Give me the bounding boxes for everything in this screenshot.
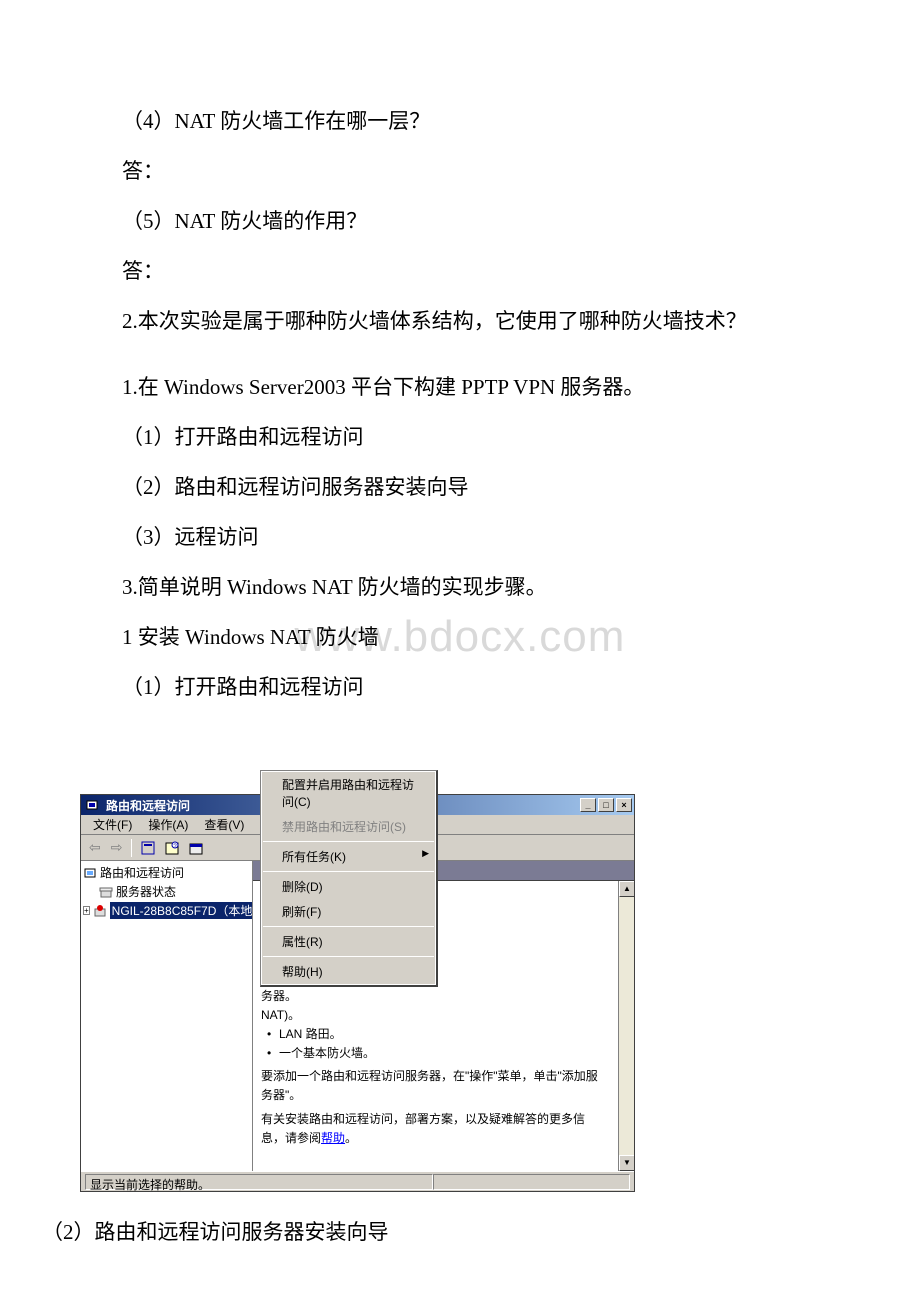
tree-root-label: 路由和远程访问: [100, 864, 184, 881]
menu-view[interactable]: 查看(V): [196, 814, 252, 835]
cm-properties[interactable]: 属性(R): [262, 929, 435, 954]
content-p2b: 。: [345, 1131, 357, 1145]
bullet-3: 务器。: [261, 987, 608, 1006]
toolbar-btn-1[interactable]: [137, 838, 159, 858]
status-text: 显示当前选择的帮助。: [85, 1174, 433, 1190]
para-4: 1 安装 Windows NAT 防火墙: [80, 616, 840, 658]
step-1-3: （3）远程访问: [80, 516, 840, 558]
forward-button[interactable]: ⇨: [107, 839, 127, 856]
menu-file[interactable]: 文件(F): [85, 814, 140, 835]
scrollbar[interactable]: ▲ ▼: [618, 881, 634, 1171]
back-button[interactable]: ⇦: [85, 839, 105, 856]
para-3: 3.简单说明 Windows NAT 防火墙的实现步骤。: [80, 566, 840, 608]
caption-2: （2）路由和远程访问服务器安装向导: [0, 1216, 920, 1246]
toolbar-btn-3[interactable]: [185, 838, 207, 858]
bullet-4: NAT)。: [261, 1006, 608, 1025]
cm-separator-2: [263, 871, 434, 872]
content-p2-wrap: 有关安装路由和远程访问，部署方案，以及疑难解答的更多信息，请参阅帮助。: [261, 1110, 608, 1148]
question-5: （5）NAT 防火墙的作用？: [80, 200, 840, 242]
question-4: （4）NAT 防火墙工作在哪一层？: [80, 100, 840, 142]
app-icon: [85, 798, 99, 812]
tree-status[interactable]: 服务器状态: [81, 882, 252, 901]
step-1-1: （1）打开路由和远程访问: [80, 416, 840, 458]
tree-panel: 路由和远程访问 服务器状态 + NGIL-28B8C85F7D（本地）: [81, 861, 253, 1171]
submenu-arrow-icon: ▶: [422, 848, 429, 859]
para-1: 1.在 Windows Server2003 平台下构建 PPTP VPN 服务…: [80, 366, 840, 408]
toolbar-btn-2[interactable]: ?: [161, 838, 183, 858]
statusbar: 显示当前选择的帮助。: [81, 1171, 634, 1191]
cm-delete[interactable]: 删除(D): [262, 874, 435, 899]
cm-separator-1: [263, 841, 434, 842]
para-2: 2.本次实验是属于哪种防火墙体系结构，它使用了哪种防火墙技术？: [38, 300, 840, 342]
content-p2a: 有关安装路由和远程访问，部署方案，以及疑难解答的更多信息，请参阅: [261, 1112, 585, 1145]
bullet-6: 一个基本防火墙。: [261, 1044, 608, 1063]
scroll-track[interactable]: [619, 897, 634, 1155]
bullet-5: LAN 路田。: [261, 1025, 608, 1044]
toolbar-separator: [131, 839, 132, 857]
help-link[interactable]: 帮助: [321, 1131, 345, 1145]
cm-separator-3: [263, 926, 434, 927]
tree-server-label: NGIL-28B8C85F7D（本地）: [110, 902, 253, 919]
step-1-2: （2）路由和远程访问服务器安装向导: [80, 466, 840, 508]
answer-5: 答：: [80, 250, 840, 292]
para-4-step1: （1）打开路由和远程访问: [80, 666, 840, 708]
maximize-button[interactable]: □: [598, 798, 614, 812]
cm-alltasks[interactable]: 所有任务(K) ▶: [262, 844, 435, 869]
answer-4: 答：: [80, 150, 840, 192]
menu-action[interactable]: 操作(A): [140, 814, 196, 835]
status-empty: [433, 1174, 630, 1190]
minimize-button[interactable]: _: [580, 798, 596, 812]
close-button[interactable]: ×: [616, 798, 632, 812]
context-menu: 配置并启用路由和远程访问(C) 禁用路由和远程访问(S) 所有任务(K) ▶ 删…: [260, 770, 438, 987]
scroll-down-button[interactable]: ▼: [619, 1155, 634, 1171]
scroll-up-button[interactable]: ▲: [619, 881, 634, 897]
server-red-icon: [93, 904, 107, 918]
tree-root[interactable]: 路由和远程访问: [81, 863, 252, 882]
cm-configure[interactable]: 配置并启用路由和远程访问(C): [262, 772, 435, 814]
cm-disable: 禁用路由和远程访问(S): [262, 814, 435, 839]
cm-separator-4: [263, 956, 434, 957]
cm-refresh[interactable]: 刷新(F): [262, 899, 435, 924]
status-icon: [99, 885, 113, 899]
tree-status-label: 服务器状态: [116, 883, 176, 900]
window-title: 路由和远程访问: [106, 797, 190, 814]
content-p1: 要添加一个路由和远程访问服务器，在"操作"菜单，单击"添加服务器"。: [261, 1067, 608, 1105]
tree-server[interactable]: + NGIL-28B8C85F7D（本地）: [81, 901, 252, 920]
cm-alltasks-label: 所有任务(K): [282, 850, 346, 864]
server-icon: [83, 866, 97, 880]
expand-icon[interactable]: +: [83, 906, 90, 915]
cm-help[interactable]: 帮助(H): [262, 959, 435, 984]
